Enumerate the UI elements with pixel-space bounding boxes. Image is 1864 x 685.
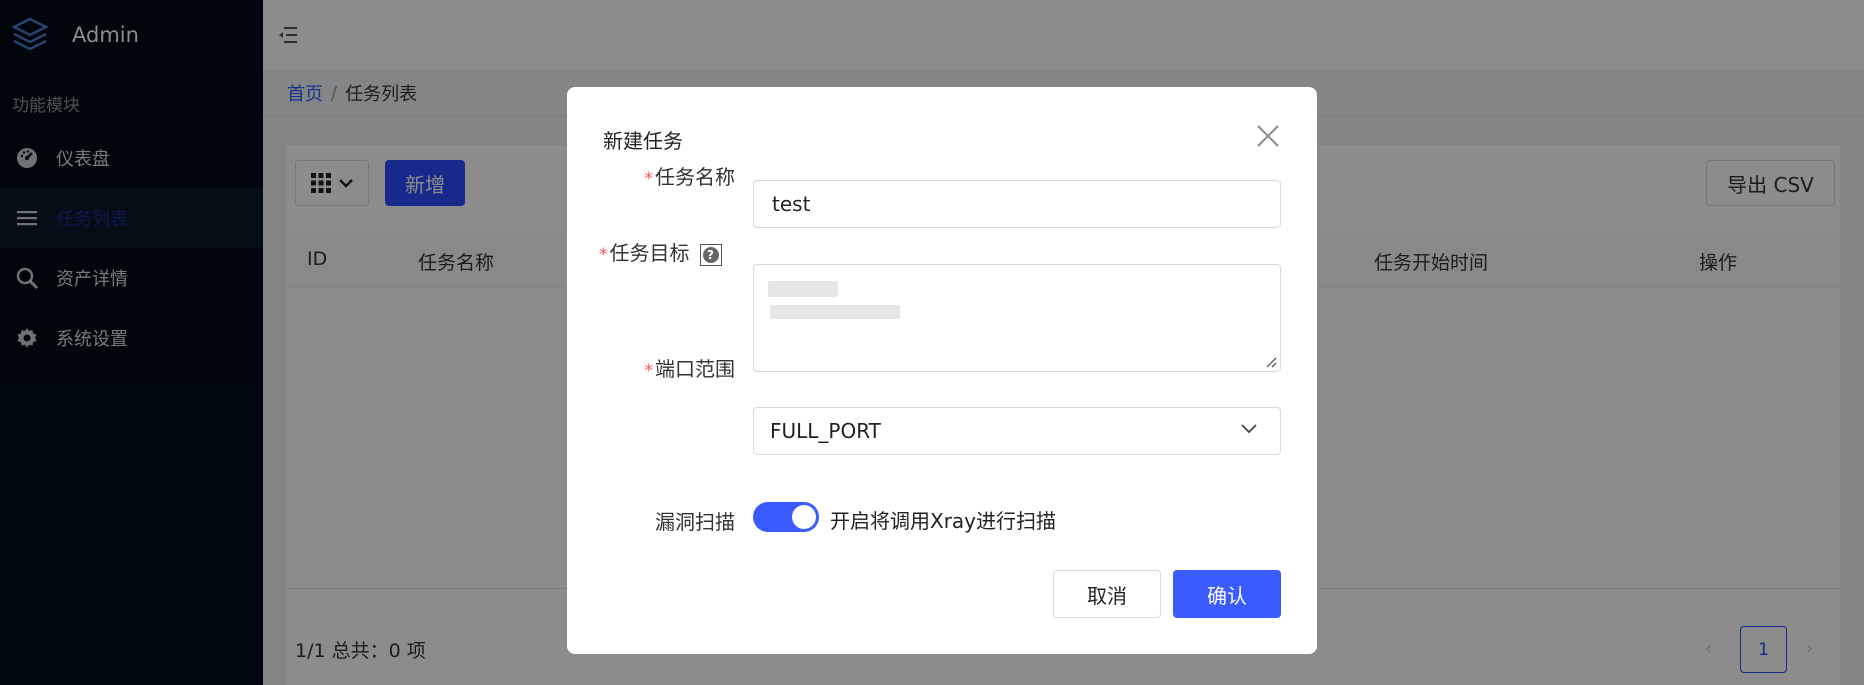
vuln-scan-description: 开启将调用Xray进行扫描 [830, 509, 1057, 533]
vuln-scan-label: 漏洞扫描 [655, 510, 735, 534]
redacted-text [768, 281, 838, 297]
modal-title: 新建任务 [603, 129, 683, 153]
task-name-value: test [772, 192, 811, 216]
resize-grip-icon[interactable] [1265, 356, 1277, 368]
port-range-label: * 端口范围 [644, 357, 736, 381]
chevron-down-icon [1241, 424, 1257, 434]
required-mark: * [644, 169, 654, 189]
port-range-select[interactable]: FULL_PORT [753, 407, 1281, 455]
new-task-modal: 新建任务 * 任务名称 test * 任务目标? * 端口范围 FULL_PORT 漏… [567, 87, 1317, 654]
close-icon[interactable] [1255, 123, 1281, 149]
task-name-label: * 任务名称 [644, 165, 736, 189]
required-mark: * [644, 361, 654, 381]
cancel-button[interactable]: 取消 [1053, 570, 1161, 618]
required-mark: * [599, 245, 608, 265]
port-range-value: FULL_PORT [770, 419, 881, 443]
task-target-label: * 任务目标? [599, 237, 733, 266]
redacted-text [770, 305, 900, 319]
vuln-scan-switch[interactable] [753, 502, 819, 532]
task-target-textarea[interactable] [753, 264, 1281, 372]
switch-knob [792, 505, 816, 529]
task-name-input[interactable]: test [753, 180, 1281, 228]
question-icon[interactable]: ? [699, 243, 722, 266]
confirm-button[interactable]: 确认 [1173, 570, 1281, 618]
